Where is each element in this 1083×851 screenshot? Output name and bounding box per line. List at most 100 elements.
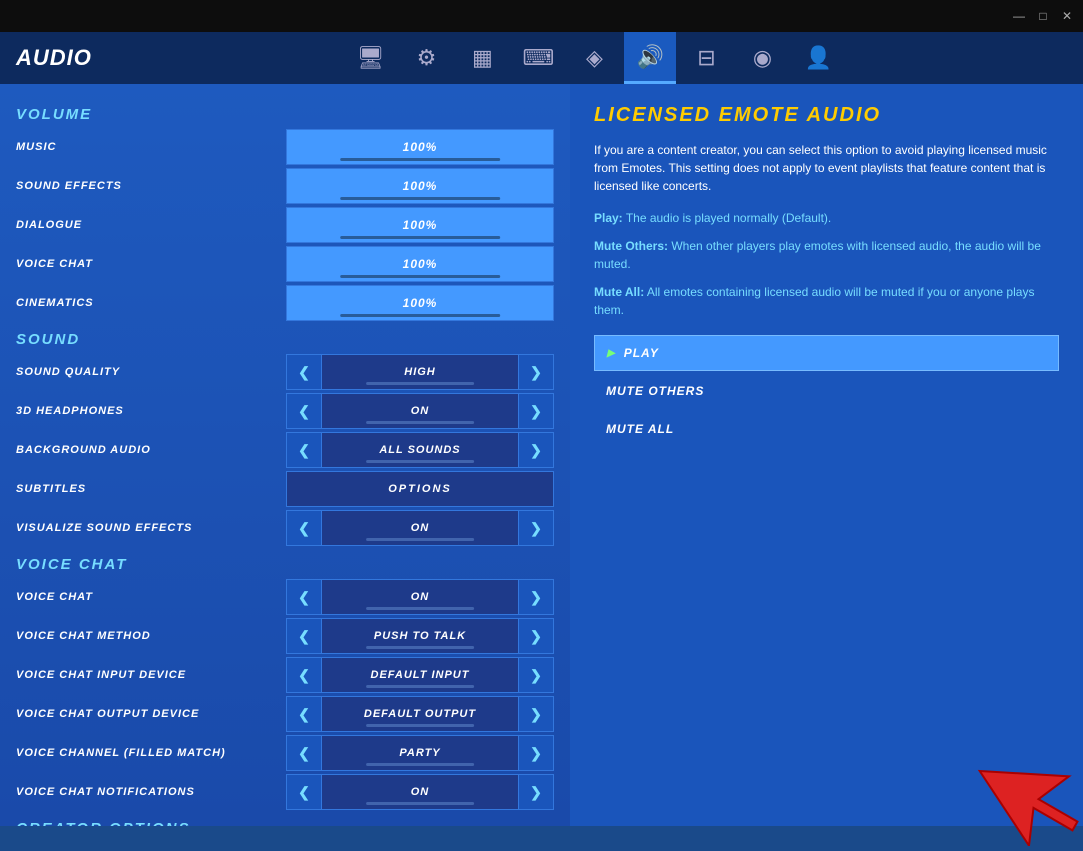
title-bar: — □ ✕: [0, 0, 1083, 32]
nav-display[interactable]: ▦: [456, 32, 508, 84]
subtitles-options-button[interactable]: OPTIONS: [286, 471, 554, 507]
music-value: 100%: [403, 140, 438, 154]
voice-chat-row: VOICE CHAT ❮ ON ❯: [16, 579, 554, 615]
voice-chat-volume-row: VOICE CHAT 100%: [16, 246, 554, 282]
background-audio-label: BACKGROUND AUDIO: [16, 444, 286, 456]
main-content: VOLUME MUSIC 100% SOUND EFFECTS 100% DIA…: [0, 84, 1083, 826]
voice-chat-select: ❮ ON ❯: [286, 579, 554, 615]
voice-chat-value-box: ON: [322, 579, 518, 615]
voice-input-prev[interactable]: ❮: [286, 657, 322, 693]
voice-chat-label: VOICE CHAT: [16, 591, 286, 603]
volume-header: VOLUME: [16, 106, 554, 123]
voice-chat-volume-value: 100%: [403, 257, 438, 271]
left-panel: VOLUME MUSIC 100% SOUND EFFECTS 100% DIA…: [0, 84, 570, 826]
voice-channel-label: VOICE CHANNEL (FILLED MATCH): [16, 747, 286, 759]
mute-all-text: All emotes containing licensed audio wil…: [594, 285, 1034, 317]
maximize-button[interactable]: □: [1035, 8, 1051, 24]
voice-notifications-row: VOICE CHAT NOTIFICATIONS ❮ ON ❯: [16, 774, 554, 810]
visualize-sound-value: ON: [411, 522, 430, 534]
headphones-row: 3D HEADPHONES ❮ ON ❯: [16, 393, 554, 429]
visualize-sound-prev[interactable]: ❮: [286, 510, 322, 546]
voice-channel-next[interactable]: ❯: [518, 735, 554, 771]
mute-others-label: Mute Others:: [594, 239, 668, 253]
sound-quality-prev[interactable]: ❮: [286, 354, 322, 390]
nav-account[interactable]: 👤: [792, 32, 844, 84]
headphones-prev[interactable]: ❮: [286, 393, 322, 429]
info-title: LICENSED EMOTE AUDIO: [594, 104, 1059, 127]
close-button[interactable]: ✕: [1059, 8, 1075, 24]
nav-audio[interactable]: 🔊: [624, 32, 676, 84]
nav-gamepad[interactable]: ◉: [736, 32, 788, 84]
music-label: MUSIC: [16, 141, 286, 153]
mute-all-option[interactable]: MUTE ALL: [594, 411, 1059, 447]
mute-all-description: Mute All: All emotes containing licensed…: [594, 283, 1059, 319]
voice-channel-prev[interactable]: ❮: [286, 735, 322, 771]
visualize-sound-next[interactable]: ❯: [518, 510, 554, 546]
headphones-select: ❮ ON ❯: [286, 393, 554, 429]
voice-chat-method-value: PUSH TO TALK: [374, 630, 466, 642]
voice-chat-method-select: ❮ PUSH TO TALK ❯: [286, 618, 554, 654]
play-arrow-icon: ▶: [607, 348, 616, 359]
voice-output-row: VOICE CHAT OUTPUT DEVICE ❮ DEFAULT OUTPU…: [16, 696, 554, 732]
nav-monitor[interactable]: 🖥: [344, 32, 396, 84]
right-panel: LICENSED EMOTE AUDIO If you are a conten…: [570, 84, 1083, 826]
nav-icons: 🖥 ⚙ ▦ ⌨ ◈ 🔊 ⊟ ◉ 👤: [122, 32, 1067, 84]
headphones-next[interactable]: ❯: [518, 393, 554, 429]
dialogue-row: DIALOGUE 100%: [16, 207, 554, 243]
info-description: If you are a content creator, you can se…: [594, 141, 1059, 195]
headphones-value: ON: [411, 405, 430, 417]
sound-effects-row: SOUND EFFECTS 100%: [16, 168, 554, 204]
sound-quality-label: SOUND QUALITY: [16, 366, 286, 378]
cinematics-value: 100%: [403, 296, 438, 310]
play-option[interactable]: ▶ PLAY: [594, 335, 1059, 371]
voice-chat-prev[interactable]: ❮: [286, 579, 322, 615]
mute-all-option-label: MUTE ALL: [606, 422, 674, 436]
sound-quality-select: ❮ HIGH ❯: [286, 354, 554, 390]
sound-effects-slider[interactable]: 100%: [286, 168, 554, 204]
voice-channel-select: ❮ PARTY ❯: [286, 735, 554, 771]
dialogue-slider[interactable]: 100%: [286, 207, 554, 243]
voice-chat-method-prev[interactable]: ❮: [286, 618, 322, 654]
voice-output-prev[interactable]: ❮: [286, 696, 322, 732]
voice-chat-method-next[interactable]: ❯: [518, 618, 554, 654]
cinematics-label: CINEMATICS: [16, 297, 286, 309]
sound-quality-next[interactable]: ❯: [518, 354, 554, 390]
voice-input-value: DEFAULT INPUT: [371, 669, 470, 681]
voice-notifications-value-box: ON: [322, 774, 518, 810]
voice-chat-method-value-box: PUSH TO TALK: [322, 618, 518, 654]
nav-network[interactable]: ⊟: [680, 32, 732, 84]
nav-settings[interactable]: ⚙: [400, 32, 452, 84]
voice-chat-volume-slider[interactable]: 100%: [286, 246, 554, 282]
minimize-button[interactable]: —: [1011, 8, 1027, 24]
dialogue-label: DIALOGUE: [16, 219, 286, 231]
voice-input-label: VOICE CHAT INPUT DEVICE: [16, 669, 286, 681]
music-slider[interactable]: 100%: [286, 129, 554, 165]
voice-chat-volume-label: VOICE CHAT: [16, 258, 286, 270]
mute-others-option-label: MUTE OTHERS: [606, 384, 704, 398]
nav-controller[interactable]: ◈: [568, 32, 620, 84]
voice-chat-method-row: VOICE CHAT METHOD ❮ PUSH TO TALK ❯: [16, 618, 554, 654]
voice-output-value: DEFAULT OUTPUT: [364, 708, 476, 720]
music-row: MUSIC 100%: [16, 129, 554, 165]
voice-output-next[interactable]: ❯: [518, 696, 554, 732]
headphones-value-box: ON: [322, 393, 518, 429]
sound-effects-value: 100%: [403, 179, 438, 193]
voice-output-label: VOICE CHAT OUTPUT DEVICE: [16, 708, 286, 720]
background-audio-row: BACKGROUND AUDIO ❮ ALL SOUNDS ❯: [16, 432, 554, 468]
nav-keyboard[interactable]: ⌨: [512, 32, 564, 84]
voice-channel-row: VOICE CHANNEL (FILLED MATCH) ❮ PARTY ❯: [16, 735, 554, 771]
voice-input-next[interactable]: ❯: [518, 657, 554, 693]
play-description: Play: The audio is played normally (Defa…: [594, 209, 1059, 227]
voice-notifications-prev[interactable]: ❮: [286, 774, 322, 810]
voice-notifications-next[interactable]: ❯: [518, 774, 554, 810]
background-audio-next[interactable]: ❯: [518, 432, 554, 468]
background-audio-prev[interactable]: ❮: [286, 432, 322, 468]
mute-others-option[interactable]: MUTE OTHERS: [594, 373, 1059, 409]
voice-chat-next[interactable]: ❯: [518, 579, 554, 615]
voice-input-select: ❮ DEFAULT INPUT ❯: [286, 657, 554, 693]
cinematics-slider[interactable]: 100%: [286, 285, 554, 321]
voice-chat-header: VOICE CHAT: [16, 556, 554, 573]
background-audio-select: ❮ ALL SOUNDS ❯: [286, 432, 554, 468]
visualize-sound-label: VISUALIZE SOUND EFFECTS: [16, 522, 286, 534]
cinematics-row: CINEMATICS 100%: [16, 285, 554, 321]
